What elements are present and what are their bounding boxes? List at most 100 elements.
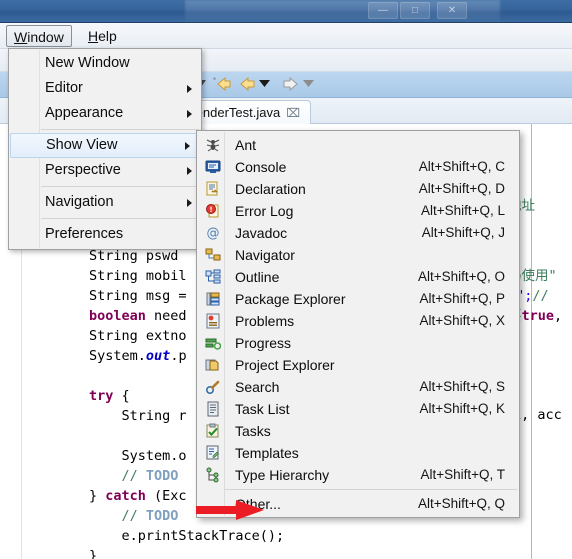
submenu-item-project-explorer-label: Project Explorer bbox=[235, 357, 335, 373]
submenu-item-type-hierarchy-shortcut: Alt+Shift+Q, T bbox=[420, 467, 505, 482]
menu-item-navigation[interactable]: Navigation bbox=[9, 190, 201, 215]
menubar-item-help[interactable]: Help bbox=[81, 25, 124, 47]
search-icon bbox=[205, 380, 220, 395]
menu-item-perspective-label: Perspective bbox=[45, 162, 121, 178]
submenu-item-error-log-shortcut: Alt+Shift+Q, L bbox=[420, 203, 505, 218]
declaration-icon bbox=[206, 181, 218, 196]
submenu-item-declaration-shortcut: Alt+Shift+Q, D bbox=[418, 181, 505, 196]
menu-item-editor-label: Editor bbox=[45, 80, 83, 96]
submenu-arrow-icon bbox=[187, 198, 192, 207]
submenu-item-tasks[interactable]: Tasks bbox=[197, 420, 519, 442]
submenu-item-package-explorer-shortcut: Alt+Shift+Q, P bbox=[419, 291, 505, 306]
submenu-item-package-explorer[interactable]: Package Explorer Alt+Shift+Q, P bbox=[197, 288, 519, 310]
submenu-item-ant[interactable]: Ant bbox=[197, 134, 519, 156]
submenu-item-package-explorer-label: Package Explorer bbox=[235, 291, 346, 307]
minimize-button[interactable]: — bbox=[368, 2, 398, 19]
console-icon bbox=[205, 160, 221, 173]
submenu-item-declaration-label: Declaration bbox=[235, 181, 306, 197]
submenu-item-console-shortcut: Alt+Shift+Q, C bbox=[418, 159, 505, 174]
problems-icon bbox=[206, 313, 220, 329]
submenu-item-templates-label: Templates bbox=[235, 445, 299, 461]
submenu-arrow-icon bbox=[187, 166, 192, 175]
menu-item-perspective[interactable]: Perspective bbox=[9, 158, 201, 183]
menu-item-show-view[interactable]: Show View bbox=[10, 133, 200, 158]
menubar-item-window[interactable]: Window bbox=[6, 25, 72, 47]
submenu-item-other-label: Other... bbox=[235, 496, 281, 512]
menu-separator bbox=[41, 218, 199, 219]
submenu-item-templates[interactable]: Templates bbox=[197, 442, 519, 464]
menu-separator bbox=[41, 129, 199, 130]
window-dropdown-menu: New Window Editor Appearance Show View P… bbox=[8, 48, 202, 250]
menu-item-new-window[interactable]: New Window bbox=[9, 51, 201, 76]
type-hierarchy-icon bbox=[206, 467, 219, 483]
maximize-button[interactable]: □ bbox=[400, 2, 430, 19]
tasks-icon bbox=[206, 423, 219, 438]
menu-bar: Window Help bbox=[0, 23, 572, 49]
menu-item-appearance-label: Appearance bbox=[45, 105, 124, 121]
menu-item-navigation-label: Navigation bbox=[45, 194, 114, 210]
submenu-item-other-shortcut: Alt+Shift+Q, Q bbox=[417, 496, 505, 511]
submenu-item-project-explorer[interactable]: Project Explorer bbox=[197, 354, 519, 376]
submenu-item-tasks-label: Tasks bbox=[235, 423, 271, 439]
submenu-item-console-label: Console bbox=[235, 159, 287, 175]
submenu-item-javadoc-label: Javadoc bbox=[235, 225, 288, 241]
svg-text:*: * bbox=[213, 76, 216, 85]
submenu-item-javadoc-shortcut: Alt+Shift+Q, J bbox=[421, 225, 505, 240]
back-history-dropdown-arrow-icon[interactable] bbox=[259, 80, 270, 88]
javadoc-icon: @ bbox=[207, 226, 220, 241]
previous-arrow-icon[interactable] bbox=[237, 76, 257, 92]
submenu-item-problems[interactable]: Problems Alt+Shift+Q, X bbox=[197, 310, 519, 332]
submenu-item-outline[interactable]: Outline Alt+Shift+Q, O bbox=[197, 266, 519, 288]
forward-history-dropdown-arrow-icon[interactable] bbox=[303, 80, 314, 88]
close-button[interactable]: ✕ bbox=[437, 2, 467, 19]
progress-icon bbox=[205, 338, 221, 350]
tab-close-icon[interactable]: ⌧ bbox=[286, 106, 300, 120]
submenu-item-declaration[interactable]: Declaration Alt+Shift+Q, D bbox=[197, 178, 519, 200]
menu-item-preferences-label: Preferences bbox=[45, 226, 124, 242]
show-view-submenu: Ant Console Alt+Shift+Q, C Declaration A… bbox=[196, 130, 520, 518]
menu-item-preferences[interactable]: Preferences bbox=[9, 222, 201, 247]
submenu-item-error-log-label: Error Log bbox=[235, 203, 294, 219]
submenu-item-task-list[interactable]: Task List Alt+Shift+Q, K bbox=[197, 398, 519, 420]
menu-item-show-view-label: Show View bbox=[46, 137, 118, 153]
package-explorer-icon bbox=[206, 292, 220, 306]
error-log-icon bbox=[206, 204, 219, 218]
submenu-item-error-log[interactable]: Error Log Alt+Shift+Q, L bbox=[197, 200, 519, 222]
svg-text:@: @ bbox=[207, 226, 220, 241]
templates-icon bbox=[206, 445, 219, 460]
submenu-item-other[interactable]: Other... Alt+Shift+Q, Q bbox=[197, 493, 519, 515]
submenu-item-progress-label: Progress bbox=[235, 335, 292, 351]
project-explorer-icon bbox=[205, 359, 219, 371]
navigator-icon bbox=[205, 248, 221, 261]
menubar-window-label: indow bbox=[27, 29, 64, 45]
submenu-item-problems-label: Problems bbox=[235, 313, 295, 329]
menubar-help-label: elp bbox=[98, 28, 117, 44]
menu-item-new-window-label: New Window bbox=[45, 55, 130, 71]
submenu-item-console[interactable]: Console Alt+Shift+Q, C bbox=[197, 156, 519, 178]
outline-icon bbox=[205, 269, 221, 284]
forward-arrow-icon[interactable] bbox=[281, 76, 301, 92]
menu-item-editor[interactable]: Editor bbox=[9, 76, 201, 101]
submenu-item-javadoc[interactable]: @ Javadoc Alt+Shift+Q, J bbox=[197, 222, 519, 244]
submenu-item-search-label: Search bbox=[235, 379, 280, 395]
submenu-item-navigator-label: Navigator bbox=[235, 247, 295, 263]
submenu-item-ant-label: Ant bbox=[235, 137, 257, 153]
submenu-item-search[interactable]: Search Alt+Shift+Q, S bbox=[197, 376, 519, 398]
submenu-item-outline-label: Outline bbox=[235, 269, 280, 285]
submenu-arrow-icon bbox=[187, 109, 192, 118]
submenu-item-problems-shortcut: Alt+Shift+Q, X bbox=[419, 313, 505, 328]
back-arrow-icon[interactable]: * bbox=[213, 76, 233, 92]
submenu-item-search-shortcut: Alt+Shift+Q, S bbox=[419, 379, 505, 394]
code-fragment-acc: 1, acc bbox=[513, 407, 562, 423]
submenu-item-type-hierarchy-label: Type Hierarchy bbox=[235, 467, 330, 483]
submenu-arrow-icon bbox=[185, 141, 190, 150]
application-window: — □ ✕ Window Help * SenderTest.java ⌧ St… bbox=[0, 0, 572, 559]
submenu-item-progress[interactable]: Progress bbox=[197, 332, 519, 354]
menu-separator bbox=[41, 186, 199, 187]
submenu-item-navigator[interactable]: Navigator bbox=[197, 244, 519, 266]
menu-item-appearance[interactable]: Appearance bbox=[9, 101, 201, 126]
submenu-item-task-list-shortcut: Alt+Shift+Q, K bbox=[419, 401, 505, 416]
submenu-item-task-list-label: Task List bbox=[235, 401, 290, 417]
task-list-icon bbox=[207, 401, 219, 417]
submenu-item-type-hierarchy[interactable]: Type Hierarchy Alt+Shift+Q, T bbox=[197, 464, 519, 486]
